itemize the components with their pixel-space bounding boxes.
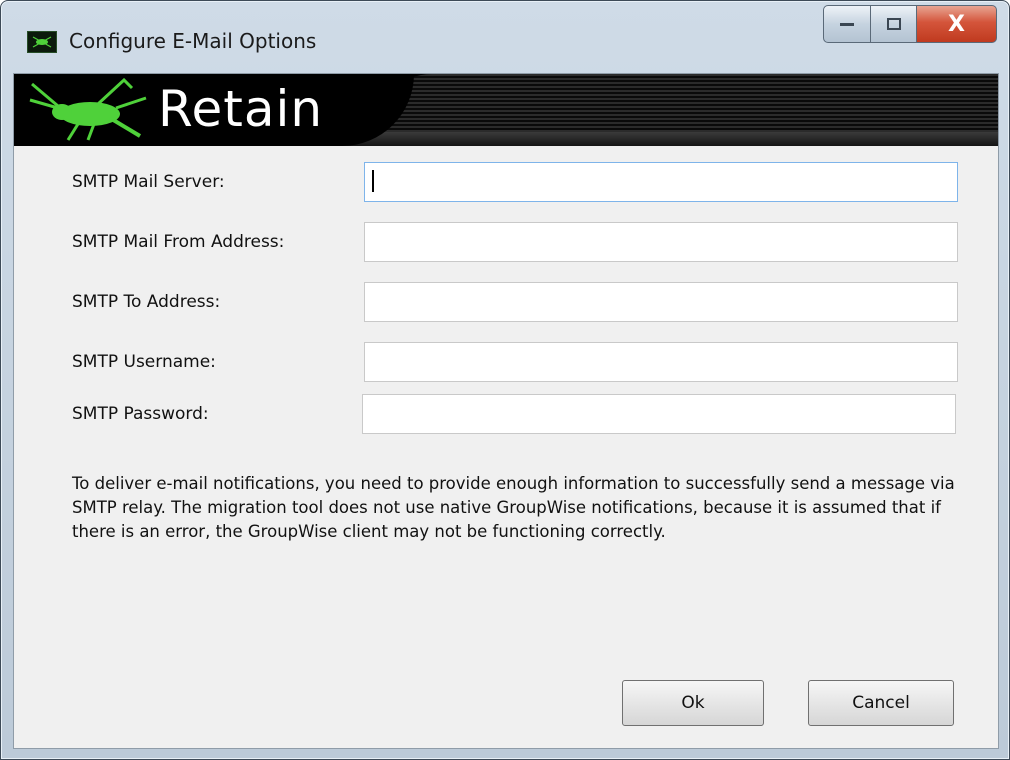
cricket-icon — [29, 78, 147, 141]
title-bar[interactable]: Configure E-Mail Options X — [1, 1, 1009, 73]
retain-banner: Retain — [14, 74, 998, 146]
ok-button[interactable]: Ok — [622, 680, 764, 726]
smtp-to-address-input[interactable] — [364, 282, 958, 322]
cancel-button[interactable]: Cancel — [808, 680, 954, 726]
dialog-client-area: Retain SMTP Mail Server: SMTP Mail From … — [13, 73, 999, 749]
maximize-button[interactable] — [871, 5, 917, 43]
banner-logo-area: Retain — [14, 74, 414, 146]
smtp-password-input[interactable] — [362, 394, 956, 434]
minimize-icon — [840, 23, 854, 26]
smtp-username-input[interactable] — [364, 342, 958, 382]
close-icon: X — [948, 11, 965, 37]
smtp-password-label: SMTP Password: — [72, 404, 209, 424]
brand-name: Retain — [158, 80, 324, 138]
text-caret — [372, 170, 374, 192]
caption-buttons: X — [823, 5, 997, 43]
info-description: To deliver e-mail notifications, you nee… — [72, 474, 955, 541]
minimize-button[interactable] — [823, 5, 871, 43]
smtp-mail-from-label: SMTP Mail From Address: — [72, 232, 285, 252]
dialog-window: Configure E-Mail Options X Retain SMTP M… — [0, 0, 1010, 760]
smtp-mail-server-input[interactable] — [364, 162, 958, 202]
banner-stripes — [374, 74, 998, 132]
smtp-mail-from-input[interactable] — [364, 222, 958, 262]
smtp-to-address-label: SMTP To Address: — [72, 292, 221, 312]
window-title: Configure E-Mail Options — [69, 29, 317, 53]
smtp-mail-server-label: SMTP Mail Server: — [72, 172, 225, 192]
maximize-icon — [886, 18, 901, 30]
smtp-username-label: SMTP Username: — [72, 352, 216, 372]
app-icon — [27, 31, 57, 53]
close-button[interactable]: X — [917, 5, 997, 43]
